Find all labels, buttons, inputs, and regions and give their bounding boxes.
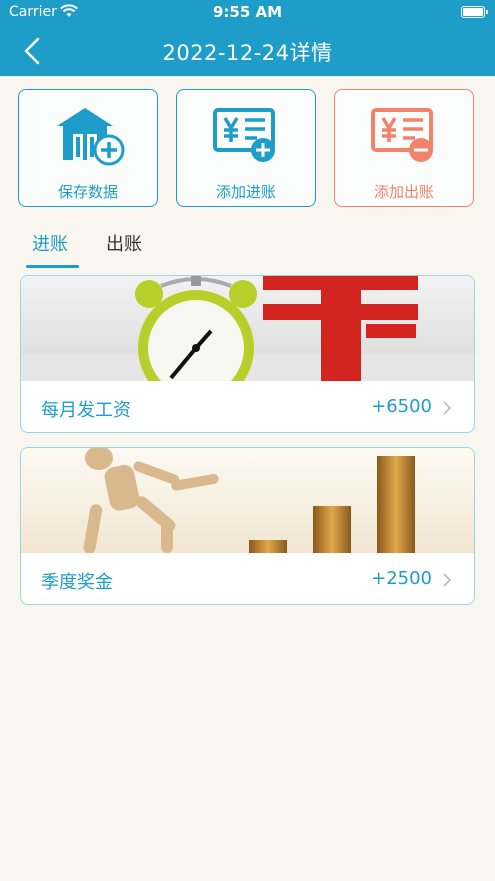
- alarm-clock-and-yuan-photo: [21, 276, 474, 381]
- action-bar: 保存数据 添加进账 添加出账: [18, 89, 477, 209]
- save-house-plus-icon: [57, 108, 125, 166]
- wooden-figure-climbing-coins-photo: [21, 448, 474, 553]
- add-income-button[interactable]: 添加进账: [176, 89, 316, 207]
- entry-amount: +6500: [371, 396, 432, 417]
- battery-icon: [461, 6, 488, 18]
- status-time: 9:55 AM: [212, 3, 283, 21]
- chevron-right-icon: [443, 573, 452, 587]
- chevron-right-icon: [443, 401, 452, 415]
- nav-bar: 2022-12-24详情: [0, 26, 495, 76]
- income-entry-card[interactable]: 每月发工资 +6500: [20, 275, 475, 433]
- save-data-label: 保存数据: [57, 183, 118, 201]
- status-bar: Carrier 9:55 AM: [0, 0, 495, 26]
- bill-minus-icon: [371, 108, 433, 162]
- entry-name: 每月发工资: [41, 400, 131, 421]
- tab-income[interactable]: 进账: [32, 230, 68, 256]
- page-title: 2022-12-24详情: [162, 41, 333, 65]
- entry-name: 季度奖金: [41, 572, 113, 593]
- add-expense-label: 添加出账: [373, 183, 434, 201]
- bill-plus-icon: [213, 108, 275, 162]
- tab-expense[interactable]: 出账: [106, 230, 142, 256]
- income-entry-card[interactable]: 季度奖金 +2500: [20, 447, 475, 605]
- tab-active-indicator: [26, 265, 79, 268]
- add-expense-button[interactable]: 添加出账: [334, 89, 474, 207]
- save-data-button[interactable]: 保存数据: [18, 89, 158, 207]
- entry-amount: +2500: [371, 568, 432, 589]
- add-income-label: 添加进账: [215, 183, 276, 201]
